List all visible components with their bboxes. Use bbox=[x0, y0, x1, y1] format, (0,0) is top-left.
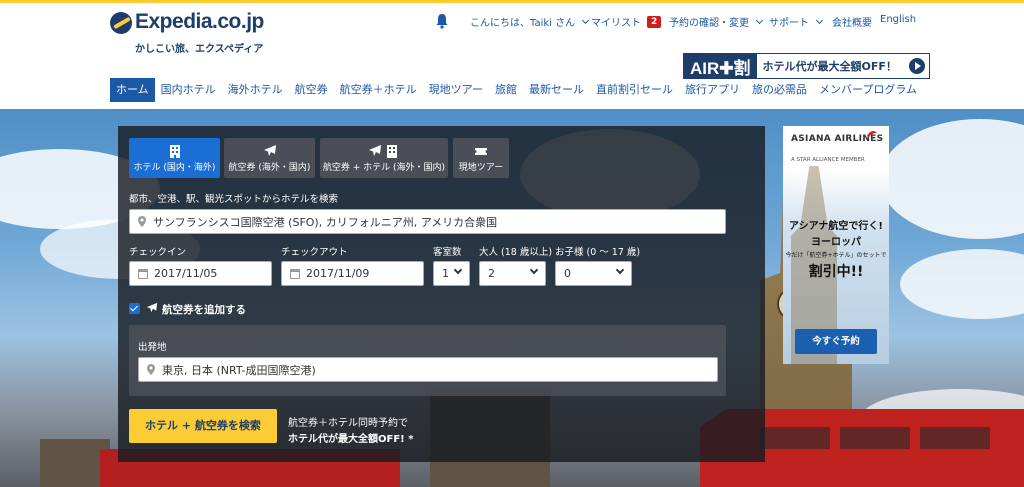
checkin-label: チェックイン bbox=[129, 247, 187, 258]
tab-flights-label: 航空券 (海外・国内) bbox=[228, 163, 311, 173]
airplane-building-icon bbox=[369, 145, 397, 158]
chevron-down-icon bbox=[615, 265, 625, 275]
ad-book-now-button[interactable]: 今すぐ予約 bbox=[795, 329, 877, 354]
checkout-label: チェックアウト bbox=[281, 247, 348, 258]
rooms-label: 客室数 bbox=[433, 247, 462, 258]
chevron-down-icon bbox=[755, 16, 764, 24]
search-note-line2: ホテル代が最大全額OFF! * bbox=[288, 434, 414, 445]
airplane-icon bbox=[146, 302, 158, 313]
adults-value: 2 bbox=[488, 267, 495, 280]
language-label: English bbox=[880, 14, 917, 25]
mylist-label: マイリスト bbox=[591, 18, 641, 29]
checkin-value: 2017/11/05 bbox=[154, 267, 218, 280]
mylist-count-badge: 2 bbox=[647, 15, 662, 28]
origin-subpanel: 出発地 東京, 日本 (NRT-成田国際空港) bbox=[129, 325, 726, 396]
calendar-icon bbox=[290, 268, 300, 279]
bell-icon[interactable] bbox=[435, 13, 449, 29]
expedia-logo[interactable]: Expedia.co.jp かしこい旅、エクスペディア bbox=[110, 10, 264, 56]
tab-local-tours-label: 現地ツアー bbox=[458, 163, 504, 173]
nav-item-overseas-hotels[interactable]: 海外ホテル bbox=[222, 78, 289, 102]
tab-local-tours[interactable]: 現地ツアー bbox=[453, 138, 509, 178]
destination-label: 都市、空港、駅、観光スポットからホテルを検索 bbox=[129, 194, 339, 205]
globe-icon bbox=[110, 12, 132, 34]
nav-item-member-program[interactable]: メンバープログラム bbox=[813, 78, 923, 102]
origin-value: 東京, 日本 (NRT-成田国際空港) bbox=[162, 363, 316, 377]
search-note-line1: 航空券＋ホテル同時予約で bbox=[288, 418, 408, 429]
nav-item-domestic-hotels[interactable]: 国内ホテル bbox=[155, 78, 222, 102]
add-flight-checkbox[interactable] bbox=[129, 303, 140, 314]
company-label: 会社概要 bbox=[832, 18, 872, 29]
children-label: お子様 (0 〜 17 歳) bbox=[555, 247, 641, 258]
nav-item-travel-app[interactable]: 旅行アプリ bbox=[679, 78, 746, 102]
top-accent-bar bbox=[0, 0, 1024, 3]
calendar-icon bbox=[138, 268, 148, 279]
mylist-link[interactable]: マイリスト 2 bbox=[591, 14, 662, 29]
nav-item-travel-essentials[interactable]: 旅の必需品 bbox=[746, 78, 813, 102]
chevron-down-icon bbox=[815, 16, 824, 24]
search-panel: ホテル (国内・海外) 航空券 (海外・国内) 航空券 + ホテル (海外・国内… bbox=[118, 126, 765, 462]
nav-item-flights[interactable]: 航空券 bbox=[289, 78, 334, 102]
location-pin-icon bbox=[147, 364, 155, 375]
chevron-down-icon bbox=[582, 16, 590, 24]
nav-item-local-tours[interactable]: 現地ツアー bbox=[423, 78, 489, 102]
origin-input[interactable]: 東京, 日本 (NRT-成田国際空港) bbox=[138, 357, 718, 382]
destination-input[interactable]: サンフランシスコ国際空港 (SFO), カリフォルニア州, アメリカ合衆国 bbox=[129, 209, 726, 234]
support-label: サポート bbox=[769, 18, 809, 29]
origin-label: 出発地 bbox=[138, 342, 167, 353]
ticket-icon bbox=[475, 148, 487, 155]
rooms-select[interactable]: 1 bbox=[433, 261, 470, 286]
ad-discount-text: 割引中!! bbox=[808, 264, 864, 280]
main-nav: ホーム 国内ホテル 海外ホテル 航空券 航空券＋ホテル 現地ツアー 旅館 最新セ… bbox=[110, 78, 923, 102]
brand-name: Expedia.co.jp bbox=[135, 10, 264, 33]
chevron-down-icon bbox=[453, 265, 463, 275]
chevron-down-icon bbox=[529, 265, 539, 275]
greeting-menu[interactable]: こんにちは、Taiki さん bbox=[470, 14, 590, 29]
nav-item-flight-hotel[interactable]: 航空券＋ホテル bbox=[334, 78, 423, 102]
ad-headline-2: ヨーロッパ bbox=[811, 237, 861, 248]
destination-value: サンフランシスコ国際空港 (SFO), カリフォルニア州, アメリカ合衆国 bbox=[153, 215, 498, 229]
play-arrow-icon bbox=[909, 58, 925, 74]
rooms-value: 1 bbox=[442, 267, 449, 280]
nav-item-last-minute-sale[interactable]: 直前割引セール bbox=[590, 78, 679, 102]
ad-alliance-text: A STAR ALLIANCE MEMBER bbox=[791, 157, 865, 163]
nav-item-latest-sale[interactable]: 最新セール bbox=[523, 78, 590, 102]
nav-item-ryokan[interactable]: 旅館 bbox=[489, 78, 523, 102]
ad-headline-1: アシアナ航空で行く! bbox=[789, 221, 883, 232]
tab-flight-hotel[interactable]: 航空券 + ホテル (海外・国内) bbox=[320, 138, 448, 178]
promo-text: ホテル代が最大全額OFF！ bbox=[762, 60, 897, 73]
building-icon bbox=[169, 145, 180, 158]
checkout-value: 2017/11/09 bbox=[306, 267, 370, 280]
tab-flight-hotel-label: 航空券 + ホテル (海外・国内) bbox=[322, 163, 446, 173]
checkout-input[interactable]: 2017/11/09 bbox=[281, 261, 424, 286]
adults-label: 大人 (18 歳以上) bbox=[479, 247, 553, 258]
reservations-menu[interactable]: 予約の確認・変更 bbox=[669, 14, 764, 29]
children-value: 0 bbox=[564, 267, 571, 280]
brand-tagline: かしこい旅、エクスペディア bbox=[135, 44, 264, 55]
greeting-text: こんにちは、Taiki さん bbox=[470, 18, 576, 29]
tab-hotels-label: ホテル (国内・海外) bbox=[133, 163, 216, 173]
search-flight-hotel-button[interactable]: ホテル + 航空券を検索 bbox=[129, 409, 277, 443]
promo-air-label: AIR✚割 bbox=[684, 54, 757, 78]
asiana-ad[interactable]: ASIANA AIRLINES A STAR ALLIANCE MEMBER ア… bbox=[783, 126, 889, 364]
add-flight-label[interactable]: 航空券を追加する bbox=[162, 302, 246, 317]
checkin-input[interactable]: 2017/11/05 bbox=[129, 261, 272, 286]
language-link[interactable]: English bbox=[880, 14, 916, 25]
tab-hotels[interactable]: ホテル (国内・海外) bbox=[129, 138, 220, 178]
children-select[interactable]: 0 bbox=[555, 261, 632, 286]
location-pin-icon bbox=[138, 216, 146, 227]
ad-subline: 今だけ「航空券+ホテル」のセットで bbox=[785, 252, 887, 259]
nav-item-home[interactable]: ホーム bbox=[110, 78, 155, 102]
company-link[interactable]: 会社概要 bbox=[832, 14, 872, 29]
airplane-icon bbox=[263, 145, 276, 156]
reservations-label: 予約の確認・変更 bbox=[669, 18, 749, 29]
adults-select[interactable]: 2 bbox=[479, 261, 546, 286]
tab-flights[interactable]: 航空券 (海外・国内) bbox=[224, 138, 315, 178]
air-discount-banner[interactable]: AIR✚割 ホテル代が最大全額OFF！ bbox=[683, 53, 930, 79]
support-menu[interactable]: サポート bbox=[769, 14, 824, 29]
